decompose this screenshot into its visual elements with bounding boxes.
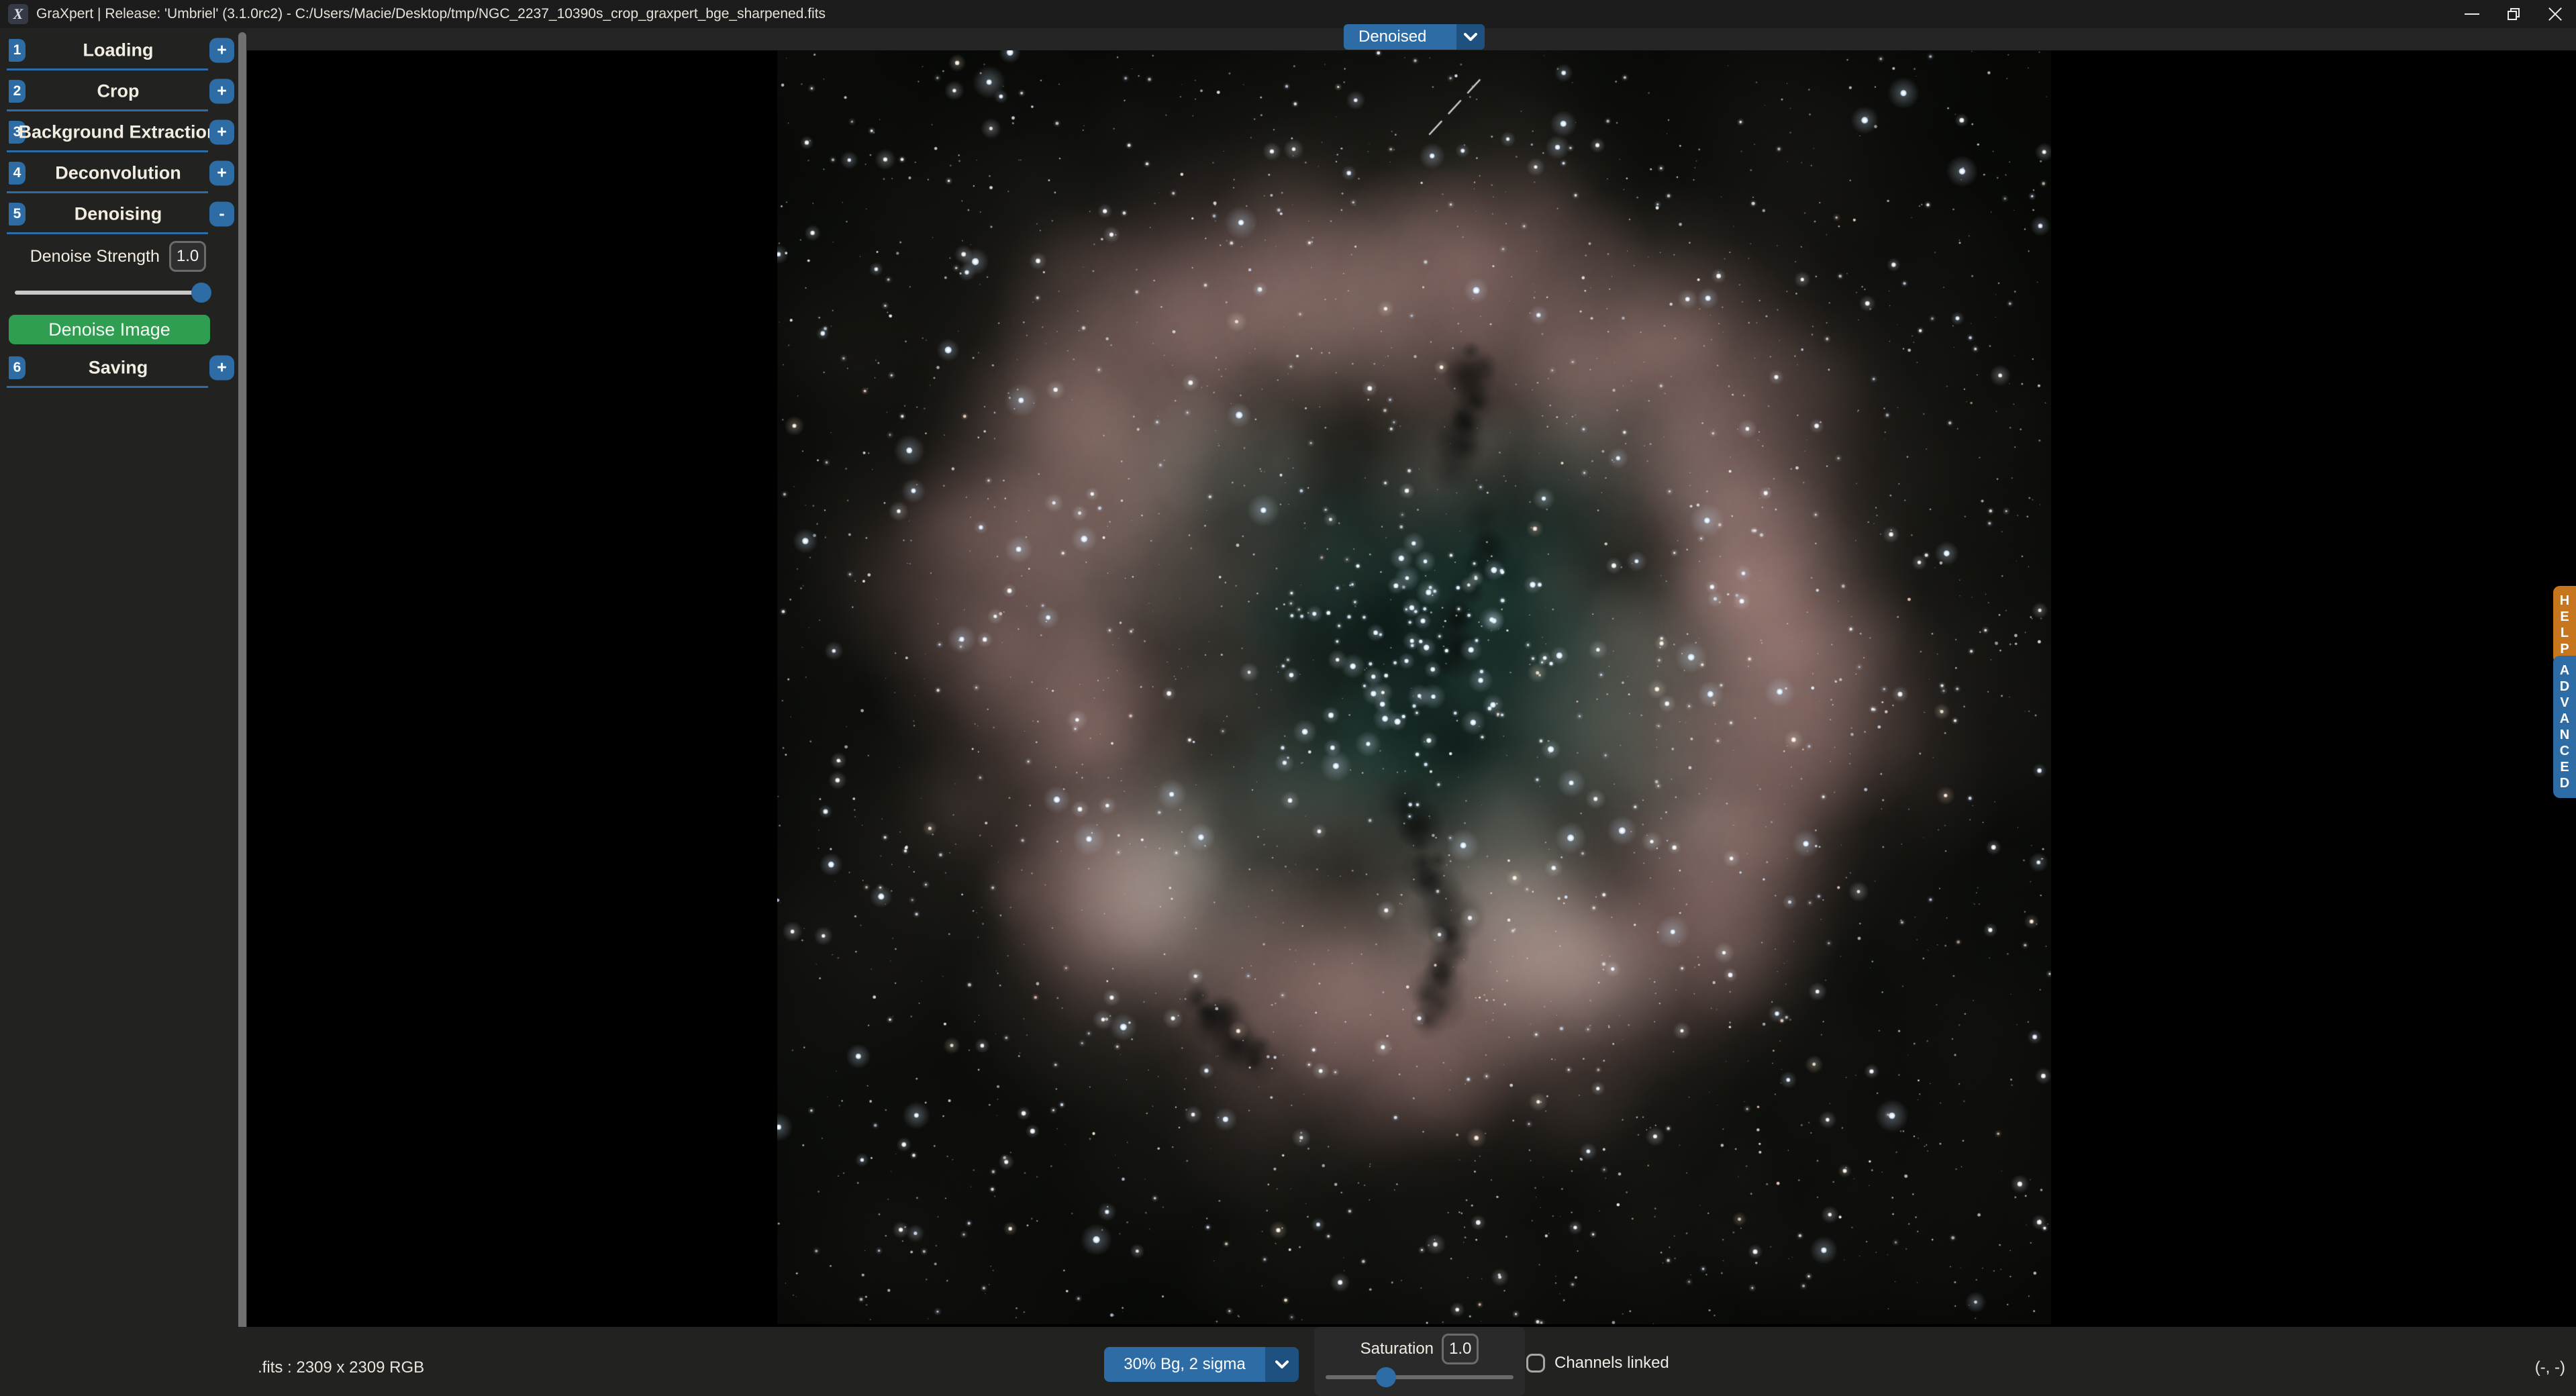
- denoise-strength-value-field[interactable]: 1.0: [169, 241, 206, 272]
- minimize-icon: [2465, 13, 2479, 15]
- section-crop: 2 Crop +: [0, 70, 236, 111]
- restore-icon: [2508, 8, 2520, 20]
- workflow-sidebar: 1 Loading + 2 Crop + 3 Background Extrac…: [0, 28, 247, 1396]
- section-label: Denoising: [0, 203, 236, 224]
- section-label: Loading: [0, 40, 236, 60]
- section-expand-button[interactable]: +: [209, 79, 234, 103]
- status-bar: .fits : 2309 x 2309 RGB 30% Bg, 2 sigma …: [0, 1327, 2576, 1396]
- stretch-option-value[interactable]: 30% Bg, 2 sigma: [1104, 1347, 1265, 1382]
- denoise-strength-label: Denoise Strength: [30, 247, 160, 266]
- denoise-strength-row: Denoise Strength 1.0: [0, 240, 236, 273]
- saturation-panel: Saturation 1.0: [1314, 1327, 1525, 1396]
- minimize-button[interactable]: [2451, 0, 2493, 28]
- astro-image[interactable]: [777, 50, 2051, 1324]
- section-label: Background Extraction: [0, 121, 236, 142]
- slider-thumb[interactable]: [1376, 1367, 1396, 1387]
- section-expand-button[interactable]: +: [209, 38, 234, 62]
- channels-linked-checkbox[interactable]: [1526, 1354, 1545, 1373]
- section-expand-button[interactable]: +: [209, 355, 234, 380]
- dropdown-arrow[interactable]: [1265, 1347, 1299, 1382]
- section-label: Crop: [0, 81, 236, 101]
- window-controls: [2451, 0, 2576, 28]
- slider-track[interactable]: [1326, 1375, 1514, 1379]
- slider-thumb[interactable]: [191, 283, 211, 303]
- sidebar-scrollbar[interactable]: [238, 32, 246, 1385]
- channels-linked-label: Channels linked: [1554, 1354, 1669, 1373]
- chevron-down-icon: [1275, 1360, 1289, 1368]
- denoising-panel: Denoise Strength 1.0 Denoise Image: [0, 234, 236, 347]
- section-denoising: 5 Denoising -: [0, 193, 236, 234]
- section-label: Deconvolution: [0, 162, 236, 183]
- close-icon: [2548, 7, 2563, 21]
- app-logo-icon: X: [8, 4, 28, 24]
- cursor-coordinates: (-, -): [2535, 1358, 2565, 1377]
- dropdown-arrow[interactable]: [1456, 24, 1485, 50]
- denoise-image-button[interactable]: Denoise Image: [9, 315, 210, 344]
- saturation-row: Saturation 1.0: [1314, 1332, 1525, 1366]
- display-version-value[interactable]: Denoised: [1344, 24, 1456, 50]
- file-info-text: .fits : 2309 x 2309 RGB: [258, 1358, 424, 1377]
- channels-linked-control: Channels linked: [1526, 1354, 1669, 1373]
- saturation-slider[interactable]: [1326, 1367, 1514, 1387]
- image-canvas-area[interactable]: [247, 28, 2576, 1327]
- close-button[interactable]: [2534, 0, 2576, 28]
- section-deconvolution: 4 Deconvolution +: [0, 152, 236, 193]
- graxpert-window: X GraXpert | Release: 'Umbriel' (3.1.0rc…: [0, 0, 2576, 1396]
- saturation-value-field[interactable]: 1.0: [1442, 1334, 1479, 1364]
- section-loading: 1 Loading +: [0, 30, 236, 70]
- denoise-strength-slider[interactable]: [15, 283, 209, 303]
- section-background-extraction: 3 Background Extraction +: [0, 111, 236, 152]
- chevron-down-icon: [1464, 33, 1477, 41]
- window-title: GraXpert | Release: 'Umbriel' (3.1.0rc2)…: [36, 0, 826, 28]
- section-divider: [7, 386, 208, 388]
- section-label: Saving: [0, 357, 236, 378]
- section-expand-button[interactable]: +: [209, 160, 234, 185]
- section-collapse-button[interactable]: -: [209, 201, 234, 226]
- slider-track[interactable]: [15, 291, 209, 295]
- restore-button[interactable]: [2493, 0, 2534, 28]
- help-tab[interactable]: HELP: [2553, 586, 2576, 664]
- display-version-dropdown[interactable]: Denoised: [1344, 24, 1485, 50]
- nebula-image[interactable]: [777, 50, 2051, 1324]
- saturation-label: Saturation: [1360, 1340, 1434, 1358]
- title-bar: X GraXpert | Release: 'Umbriel' (3.1.0rc…: [0, 0, 2576, 28]
- advanced-tab[interactable]: ADVANCED: [2553, 656, 2576, 798]
- section-saving: 6 Saving +: [0, 347, 236, 388]
- stretch-option-dropdown[interactable]: 30% Bg, 2 sigma: [1104, 1347, 1299, 1382]
- section-expand-button[interactable]: +: [209, 119, 234, 144]
